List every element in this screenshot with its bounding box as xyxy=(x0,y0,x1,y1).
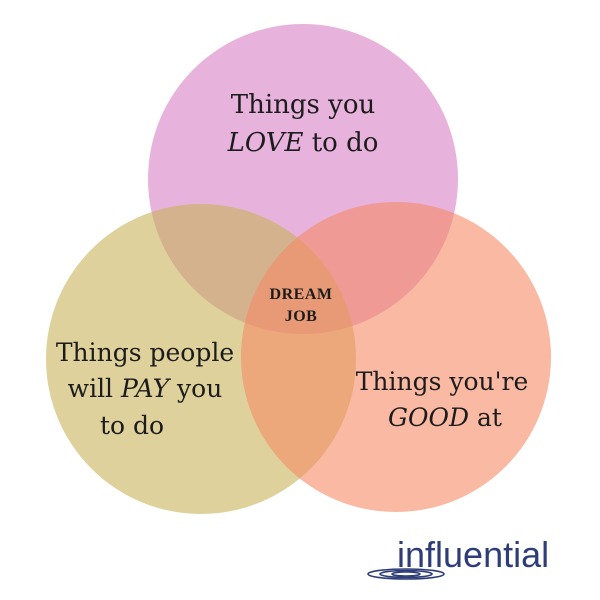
label-pay-will: will xyxy=(68,374,113,403)
label-love-line1: Things you xyxy=(231,90,376,120)
label-love-line2: LOVE to do xyxy=(227,128,379,158)
label-good-line2: GOOD at xyxy=(388,403,502,432)
circle-good xyxy=(241,202,551,512)
label-love: Things you xyxy=(231,90,376,120)
brand-logo: influential xyxy=(367,534,549,580)
label-love-rest: to do xyxy=(312,128,379,158)
label-pay-emphasis: PAY xyxy=(120,374,172,403)
label-good-line1: Things you're xyxy=(356,367,529,396)
center-label-line2: JOB xyxy=(285,308,318,325)
label-pay-line2: will PAY you xyxy=(68,374,223,403)
venn-diagram: Things you LOVE to do Things people will… xyxy=(46,24,551,580)
label-love-emphasis: LOVE xyxy=(227,128,304,158)
center-label-line1: DREAM xyxy=(270,286,333,303)
label-good-rest: at xyxy=(477,403,502,432)
label-pay-you: you xyxy=(176,374,222,403)
label-pay-line1: Things people xyxy=(56,338,234,367)
label-pay-line3: to do xyxy=(100,411,164,440)
brand-name: influential xyxy=(397,534,549,575)
label-good-emphasis: GOOD xyxy=(388,403,469,432)
